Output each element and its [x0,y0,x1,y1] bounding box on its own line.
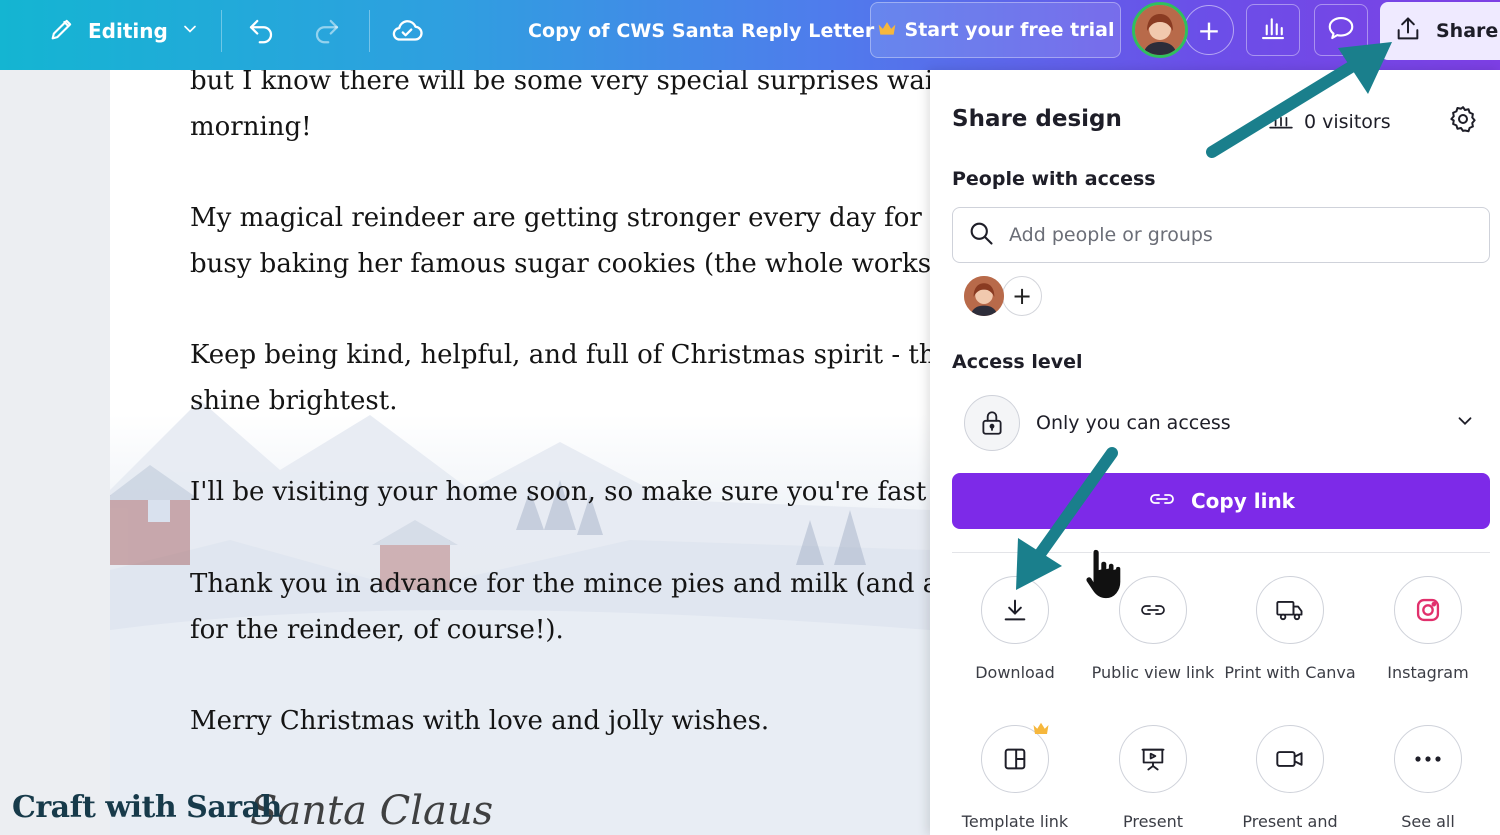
letter-line: Merry Christmas with love and jolly wish… [190,706,770,736]
share-label: Share [1436,20,1499,42]
editing-menu-button[interactable]: Editing [48,0,200,62]
toolbar-divider [221,10,222,52]
avatar[interactable] [964,276,1004,316]
share-upload-icon [1394,15,1422,48]
letter-line: Thank you in advance for the mince pies … [190,569,930,599]
copy-link-label: Copy link [1191,489,1295,513]
document-title[interactable]: Copy of CWS Santa Reply Letter [528,0,874,62]
plus-icon: + [1011,282,1033,310]
present-icon [1119,725,1187,793]
access-level-label: Access level [952,351,1083,373]
download-icon [981,576,1049,644]
add-member-button[interactable]: + [1002,276,1042,316]
letter-line: Keep being kind, helpful, and full of Ch… [190,340,930,370]
option-label: Print with Canva [1224,663,1356,682]
canvas-background [0,70,110,835]
bar-chart-icon [1268,108,1294,135]
plus-icon: + [1197,13,1221,47]
editing-label: Editing [88,19,168,43]
option-label: See all [1401,812,1455,831]
instagram-icon [1394,576,1462,644]
collaborators: + [1132,2,1234,58]
letter-page[interactable]: but I know there will be some very speci… [110,70,930,835]
present-and-record-option[interactable]: Present and [1221,725,1359,832]
insights-button[interactable] [1246,4,1300,56]
access-level-value: Only you can access [1036,412,1231,434]
hand-pointer-icon [1080,544,1128,608]
lock-icon [964,395,1020,451]
option-label: Download [975,663,1055,682]
people-search-input[interactable] [1009,224,1469,246]
letter-line: busy baking her famous sugar cookies (th… [190,249,930,279]
santa-signature: Santa Claus [250,788,494,834]
chevron-down-icon [1454,410,1476,436]
option-label: Instagram [1387,663,1469,682]
people-with-access-label: People with access [952,168,1156,190]
more-icon [1394,725,1462,793]
comments-button[interactable] [1314,4,1368,56]
crown-icon [1032,720,1050,740]
letter-line: but I know there will be some very speci… [190,70,930,96]
search-icon [967,219,995,251]
option-label: Present [1122,812,1184,831]
instagram-option[interactable]: Instagram [1359,576,1497,683]
avatar[interactable] [1132,2,1188,58]
option-label: Template link [961,812,1069,831]
crown-icon [877,19,897,42]
see-all-option[interactable]: See all [1359,725,1497,832]
pencil-icon [48,15,76,48]
add-collaborator-button[interactable]: + [1184,5,1234,55]
option-label: Public view link [1091,663,1215,682]
link-icon [1147,488,1177,515]
redo-button[interactable] [310,0,344,62]
redo-icon [310,14,344,48]
craft-with-sarah-logo: Craft with Sarah [12,790,282,825]
letter-line: My magical reindeer are getting stronger… [190,203,930,233]
video-icon [1256,725,1324,793]
start-free-trial-label: Start your free trial [904,19,1115,41]
left-edge [0,0,14,62]
divider [952,552,1490,553]
present-option[interactable]: Present [1084,725,1222,832]
visitors-button[interactable]: 0 visitors [1268,108,1391,135]
visitors-count: 0 visitors [1304,110,1391,133]
template-icon [981,722,1049,793]
copy-link-button[interactable]: Copy link [952,473,1490,529]
bar-chart-icon [1258,13,1288,47]
gear-icon [1448,104,1478,138]
undo-button[interactable] [244,0,278,62]
access-level-dropdown[interactable]: Only you can access [952,390,1490,456]
comment-icon [1326,13,1356,47]
undo-icon [244,14,278,48]
share-settings-button[interactable] [1446,104,1480,138]
share-panel-title: Share design [952,106,1122,132]
share-panel: Share design 0 visitors People with acce… [930,70,1500,835]
template-link-option[interactable]: Template link [946,722,1084,832]
download-option[interactable]: Download [946,576,1084,683]
letter-line: for the reindeer, of course!). [190,615,564,645]
top-bar: Editing Copy of CWS Santa Reply Letter S… [0,0,1500,70]
start-free-trial-button[interactable]: Start your free trial [870,2,1121,58]
truck-icon [1256,576,1324,644]
share-button[interactable]: Share [1380,2,1500,60]
letter-line: morning! [190,112,312,142]
save-status-button[interactable] [390,0,424,62]
toolbar-divider [369,10,370,52]
people-search-field[interactable] [952,207,1490,263]
print-with-canva-option[interactable]: Print with Canva [1221,576,1359,683]
members-row: + [964,276,1042,316]
letter-line: I'll be visiting your home soon, so make… [190,477,930,507]
letter-line: shine brightest. [190,386,398,416]
chevron-down-icon [180,19,200,44]
cloud-check-icon [390,14,424,48]
link-icon [1119,576,1187,644]
option-label: Present and [1242,812,1338,831]
